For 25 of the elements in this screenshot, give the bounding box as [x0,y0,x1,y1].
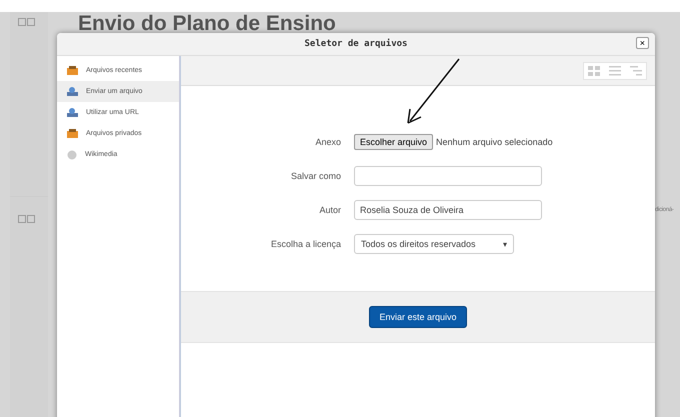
icons-view-icon[interactable] [588,66,600,76]
close-button[interactable]: × [636,37,649,49]
dialog-title: Seletor de arquivos [304,39,408,49]
upload-icon [67,87,78,96]
block-controls-icon[interactable] [18,18,36,26]
field-label: Escolha a licença [270,239,342,249]
globe-icon [67,150,77,160]
field-label: Salvar como [290,171,342,181]
caret-icon: ▾ [503,240,507,248]
folder-icon [67,129,78,138]
input-field[interactable] [354,166,542,186]
block-controls-icon[interactable] [18,215,36,223]
list-view-icon[interactable] [609,66,621,76]
upload-button[interactable]: Enviar este arquivo [369,306,467,328]
license-dropdown[interactable]: Todos os direitos reservados ▾ [354,234,514,254]
folder-icon [67,66,78,75]
upload-icon [67,108,78,117]
field-label: Anexo [314,137,342,147]
tree-view-icon[interactable] [630,66,642,76]
choose-file-button[interactable]: Escolher arquivo [354,134,434,150]
annotation-arrow [407,58,460,124]
page-title: Envio do Plano de Ensino [78,12,336,36]
input-field[interactable]: Roselia Souza de Oliveira [354,200,542,220]
file-status: Nenhum arquivo selecionado [436,137,553,147]
field-label: Autor [318,205,342,215]
